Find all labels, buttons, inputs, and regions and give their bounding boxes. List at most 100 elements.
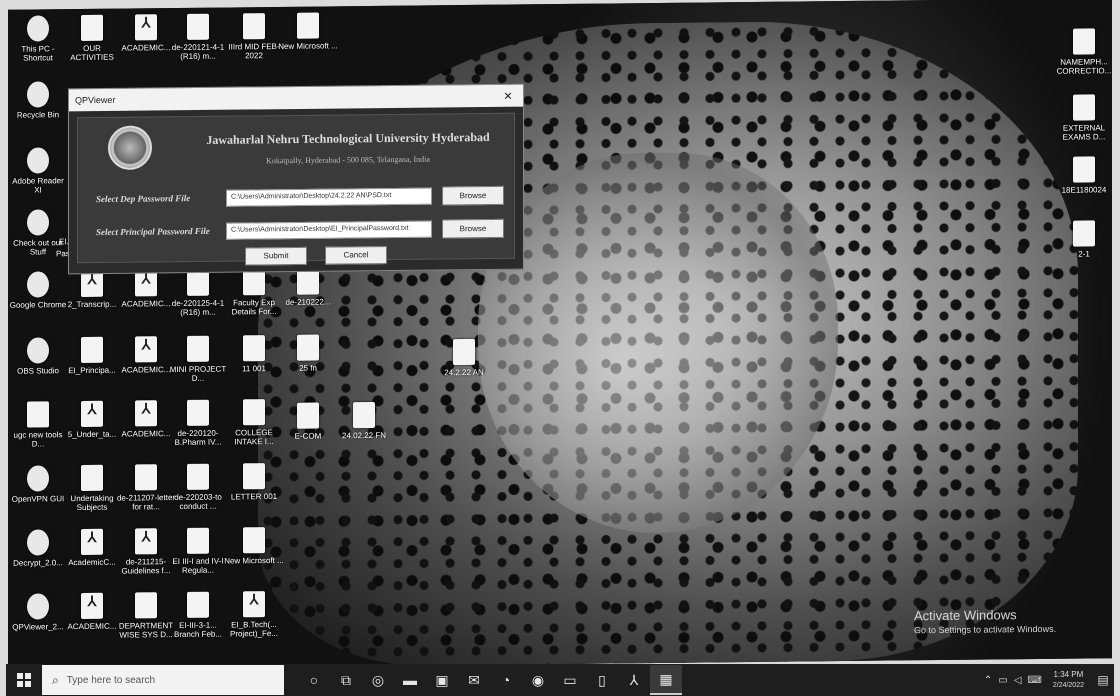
desktop-icon[interactable]: E-COM [278,402,338,441]
submit-button[interactable]: Submit [245,246,307,266]
pdf-file-icon [135,270,157,297]
desktop-icon[interactable]: EI_B.Tech(... Project)_Fe... [224,591,284,639]
desktop-icon[interactable]: NAMEMPH... CORRECTIO... [1054,28,1112,76]
desktop-icon-label: Adobe Reader XI [12,176,64,195]
app-icon [27,337,49,364]
desktop-icon[interactable]: de-220203-to conduct ... [168,463,228,511]
desktop-icon[interactable]: This PC - Shortcut [8,15,68,63]
qpviewer-icon[interactable]: ▦ [650,665,682,695]
desktop-icon[interactable]: ACADEMIC... [116,400,176,439]
desktop-icon[interactable]: OpenVPN GUI [8,465,68,504]
task-view-icon[interactable]: ⧉ [330,665,362,695]
desktop-icon-label: Faculty Exp Details For... [231,297,277,317]
desktop-icon[interactable]: EXTERNAL EXAMS D... [1054,94,1112,142]
desktop-icon[interactable]: ACADEMIC... [116,14,176,53]
desktop-icon[interactable]: 2_Transcrip... [62,270,122,310]
desktop-icon-label: EI_Principa... [68,365,116,376]
desktop-icon-label: 5_Under_ta... [67,429,117,440]
desktop-icon[interactable]: ugc new tools D... [8,401,68,449]
desktop-icon[interactable]: de-210222... [278,268,338,307]
desktop-icon[interactable]: IIIrd MID FEB-2022 [224,13,284,61]
close-icon[interactable]: ✕ [493,89,523,102]
desktop-icon[interactable]: EI-III-3-1... Branch Feb... [168,591,228,639]
desktop-icon[interactable]: New Microsoft ... [224,527,284,566]
principal-password-label: Select Principal Password File [96,225,210,238]
desktop-icon[interactable]: QPViewer_2... [8,593,68,632]
desktop-icon[interactable]: MINI PROJECT D... [168,335,228,383]
principal-browse-button[interactable]: Browse [442,218,504,239]
desktop-icon[interactable]: LETTER 001 [224,463,284,502]
document-icon [135,464,157,491]
firefox-icon[interactable]: ◔ [490,665,522,695]
desktop-icon[interactable]: EI III-I and IV-I Regula... [168,527,228,575]
dep-password-path-input[interactable]: C:\Users\Administrator\Desktop\24.2.22 A… [226,187,432,207]
desktop-icon[interactable]: OUR ACTIVITIES [62,14,122,63]
desktop-icon[interactable]: Adobe Reader XI [8,147,68,195]
dialog-titlebar[interactable]: QPViewer ✕ [69,84,523,112]
desktop-icon[interactable]: ACADEMIC... [116,270,176,309]
desktop-icon[interactable]: Undertaking Subjects [62,464,122,513]
desktop-icon-label: ACADEMIC... [67,621,117,632]
app-icon [27,15,49,42]
app-icon [27,593,49,620]
desktop-icon[interactable]: de-220125-4-1 (R16) m... [168,269,228,317]
desktop-icon[interactable]: New Microsoft ... [278,12,338,51]
desktop-icon[interactable]: de-220120-B.Pharm IV... [168,399,228,447]
pdf-file-icon [243,591,265,618]
app-icon [27,81,49,108]
edge-icon[interactable]: ◎ [362,665,394,695]
desktop-icon[interactable]: 11 001 [224,335,284,374]
desktop-icon-label: IIIrd MID FEB-2022 [228,41,280,61]
document-icon [187,527,209,554]
desktop-icon[interactable]: Faculty Exp Details For... [224,269,284,317]
network-icon[interactable]: ▭ [998,675,1007,686]
desktop-icon[interactable]: AcademicC... [62,528,122,568]
desktop-icon-label: Recycle Bin [16,110,60,120]
chrome-icon[interactable]: ◉ [522,665,554,695]
principal-password-path-input[interactable]: C:\Users\Administrator\Desktop\EI_Princi… [226,220,432,240]
desktop-icon[interactable]: 24.2.22 AN [434,338,494,378]
desktop-icon[interactable]: OBS Studio [8,337,68,376]
taskbar-clock[interactable]: 1:34 PM 2/24/2022 [1053,669,1084,691]
folder-icon[interactable]: ▭ [554,665,586,695]
desktop-icon[interactable]: 18E1180024 [1054,156,1112,195]
desktop-icon[interactable]: 24.02.22 FN [334,401,394,441]
file-explorer-icon[interactable]: ▬ [394,665,426,695]
volume-icon[interactable]: ◁ [1014,675,1022,686]
taskbar-search-box[interactable]: ⌕ Type here to search [42,665,284,695]
desktop-icon[interactable]: 2-1 [1054,220,1112,259]
desktop-icon[interactable]: EI_Principa... [62,336,122,376]
search-placeholder: Type here to search [66,674,156,686]
desktop-icon[interactable]: de-211207-letter for rat... [116,464,176,512]
cortana-icon[interactable]: ○ [298,665,330,695]
dep-browse-button[interactable]: Browse [442,185,504,206]
desktop-icon[interactable]: 25 fn [278,334,338,373]
desktop-icon[interactable]: Google Chrome [8,271,68,310]
desktop-icon[interactable]: de-220121-4-1 (R16) m... [168,13,228,61]
desktop-icon[interactable]: Recycle Bin [8,81,68,120]
keyboard-icon[interactable]: ⌨ [1027,675,1041,686]
store-icon[interactable]: ▣ [426,665,458,695]
show-hidden-icons-icon[interactable]: ⌃ [984,675,992,686]
university-logo [108,125,152,170]
files-icon[interactable]: ▯ [586,665,618,695]
document-icon [187,269,209,296]
document-icon [243,335,265,362]
desktop-icon-label: de-211207-letter for rat... [116,493,176,512]
desktop-icon[interactable]: ACADEMIC... [116,336,176,375]
notifications-icon[interactable]: ▤ [1092,673,1114,687]
desktop-icon[interactable]: de-211215-Guidelines f... [116,528,176,576]
mail-icon[interactable]: ✉ [458,665,490,695]
wallpaper-leopard-face [478,151,838,535]
desktop-icon[interactable]: 5_Under_ta... [62,400,122,440]
desktop-icon[interactable]: COLLEGE INTAKE I... [224,399,284,447]
start-button[interactable] [6,664,42,696]
desktop-icon-label: OpenVPN GUI [11,494,65,504]
pdf-icon[interactable]: ⅄ [618,665,650,695]
document-icon [187,591,209,618]
cancel-button[interactable]: Cancel [325,246,387,265]
desktop-icon[interactable]: DEPARTMENT WISE SYS D... [116,592,176,640]
desktop-icon[interactable]: Decrypt_2.0... [8,529,68,568]
desktop-icon[interactable]: ACADEMIC... [62,592,122,632]
desktop-icon-label: de-220121-4-1 (R16) m... [171,42,225,61]
